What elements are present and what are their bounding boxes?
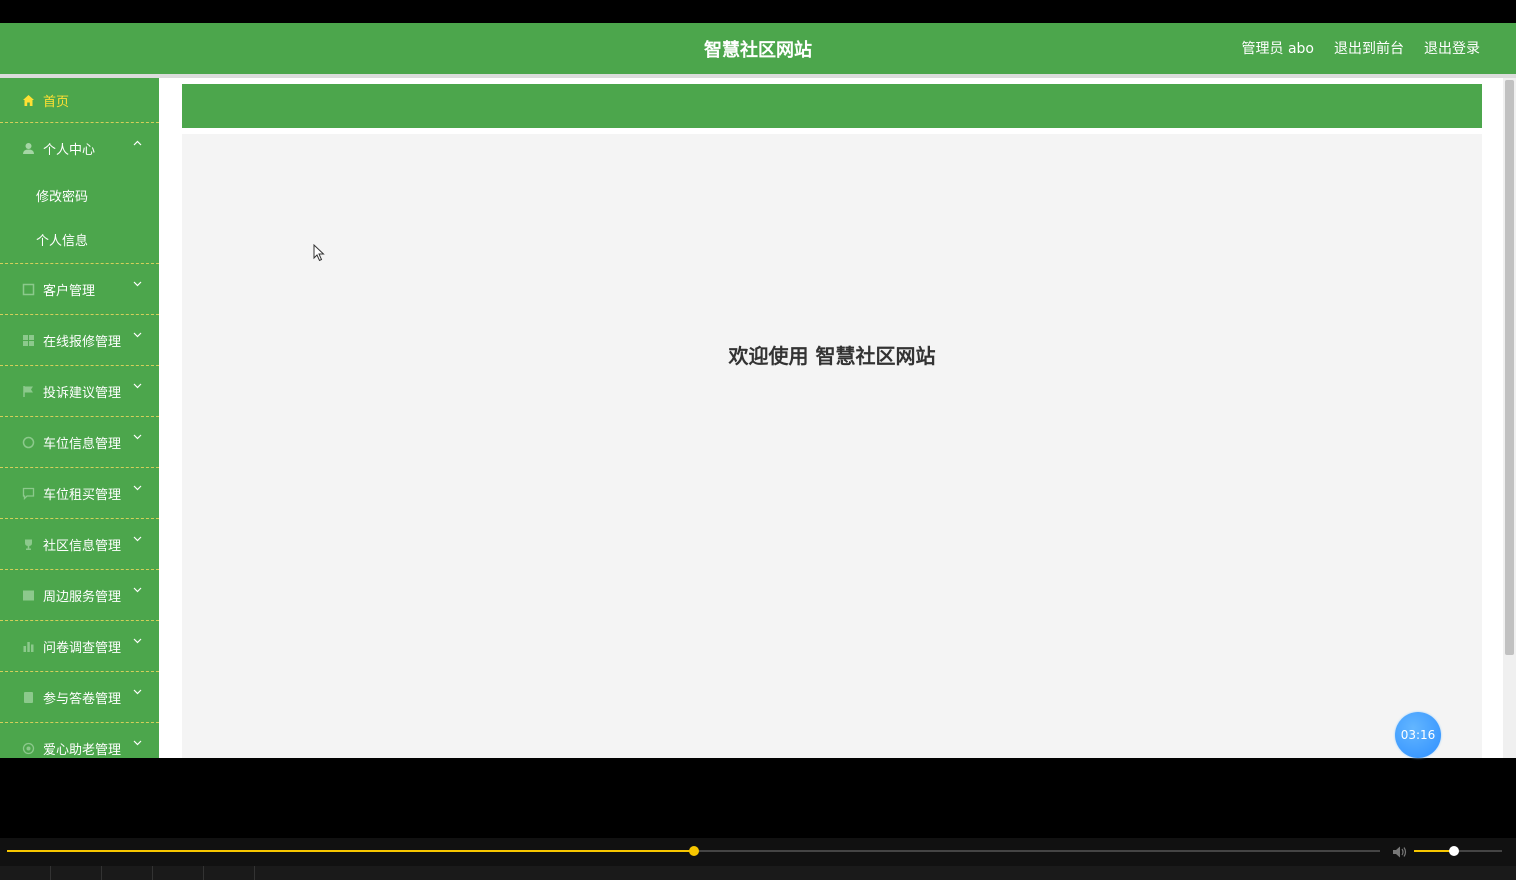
taskbar-slot[interactable]: [204, 866, 255, 880]
chevron-down-icon: [133, 689, 142, 697]
chevron-down-icon: [133, 587, 142, 595]
sidebar-item-label: 车位租买管理: [43, 487, 122, 503]
bar-chart-icon: [22, 640, 35, 653]
taskbar-slot[interactable]: [102, 866, 153, 880]
sidebar-subitem-personal-info[interactable]: 个人信息: [0, 217, 159, 261]
app-window: 智慧社区网站 管理员 abo 退出到前台 退出登录 首页 个人中心 修改密码 个…: [0, 0, 1516, 880]
chevron-down-icon: [133, 383, 142, 391]
customer-icon: [22, 283, 35, 296]
chevron-down-icon: [133, 485, 142, 493]
chevron-up-icon: [133, 140, 142, 148]
sidebar-item-parking-info[interactable]: 车位信息管理: [0, 417, 159, 468]
chevron-down-icon: [133, 434, 142, 442]
top-header: 智慧社区网站 管理员 abo 退出到前台 退出登录: [0, 23, 1516, 74]
sidebar-item-label: 车位信息管理: [43, 436, 122, 452]
chevron-down-icon: [133, 281, 142, 289]
volume-fill: [1414, 850, 1454, 852]
sidebar-item-label: 首页: [43, 94, 70, 110]
sidebar-item-label: 爱心助老管理: [43, 742, 122, 758]
trophy-icon: [22, 538, 35, 551]
chevron-down-icon: [133, 638, 142, 646]
sidebar: 首页 个人中心 修改密码 个人信息 客户管理 在线报修管理 投诉建议管理 车位信…: [0, 78, 159, 758]
chevron-down-icon: [133, 740, 142, 748]
sidebar-item-label: 参与答卷管理: [43, 691, 122, 707]
progress-handle[interactable]: [688, 846, 699, 856]
progress-fill: [7, 850, 694, 852]
welcome-text: 欢迎使用 智慧社区网站: [728, 344, 936, 368]
taskbar-slot[interactable]: [51, 866, 102, 880]
timer-badge[interactable]: 03:16: [1395, 712, 1441, 758]
heart-icon: [22, 742, 35, 755]
picture-icon: [22, 589, 35, 602]
player-controls: [0, 838, 1516, 866]
personal-center-submenu: 修改密码 个人信息: [0, 173, 159, 264]
sidebar-item-home[interactable]: 首页: [0, 78, 159, 123]
sidebar-item-label: 投诉建议管理: [43, 385, 122, 401]
volume-slider[interactable]: [1414, 846, 1502, 856]
grid-icon: [22, 334, 35, 347]
flag-icon: [22, 385, 35, 398]
scrollbar-thumb[interactable]: [1505, 80, 1514, 655]
logout-link[interactable]: 退出登录: [1424, 38, 1480, 58]
document-icon: [22, 691, 35, 704]
sidebar-item-label: 客户管理: [43, 283, 96, 299]
sidebar-item-label: 社区信息管理: [43, 538, 122, 554]
sidebar-item-community-info[interactable]: 社区信息管理: [0, 519, 159, 570]
taskbar: [0, 866, 1516, 880]
sidebar-item-answers[interactable]: 参与答卷管理: [0, 672, 159, 723]
home-icon: [22, 94, 35, 107]
sidebar-item-nearby-services[interactable]: 周边服务管理: [0, 570, 159, 621]
sidebar-item-label: 问卷调查管理: [43, 640, 122, 656]
content-banner: [182, 84, 1482, 128]
header-actions: 管理员 abo 退出到前台 退出登录: [1242, 38, 1480, 58]
sidebar-item-label: 在线报修管理: [43, 334, 122, 350]
volume-icon[interactable]: [1392, 844, 1408, 858]
mouse-cursor-icon: [313, 243, 325, 262]
sidebar-item-personal-center[interactable]: 个人中心: [0, 123, 159, 173]
sidebar-item-label: 周边服务管理: [43, 589, 122, 605]
progress-bar[interactable]: [7, 846, 1380, 856]
volume-handle[interactable]: [1448, 846, 1459, 856]
sidebar-item-parking-rent[interactable]: 车位租买管理: [0, 468, 159, 519]
circle-icon: [22, 436, 35, 449]
sidebar-item-survey[interactable]: 问卷调查管理: [0, 621, 159, 672]
sidebar-item-label: 个人中心: [43, 142, 96, 158]
sidebar-item-complaint[interactable]: 投诉建议管理: [0, 366, 159, 417]
sidebar-subitem-change-password[interactable]: 修改密码: [0, 173, 159, 217]
back-to-front-link[interactable]: 退出到前台: [1334, 38, 1404, 58]
sidebar-item-customer[interactable]: 客户管理: [0, 264, 159, 315]
admin-label: 管理员 abo: [1241, 41, 1314, 57]
chevron-down-icon: [133, 332, 142, 340]
sidebar-item-elderly-care[interactable]: 爱心助老管理: [0, 723, 159, 758]
chevron-down-icon: [133, 536, 142, 544]
taskbar-slot[interactable]: [153, 866, 204, 880]
user-icon: [22, 142, 35, 155]
sidebar-item-repair[interactable]: 在线报修管理: [0, 315, 159, 366]
message-icon: [22, 487, 35, 500]
taskbar-slot[interactable]: [0, 866, 51, 880]
welcome-panel: 欢迎使用 智慧社区网站: [182, 134, 1482, 758]
